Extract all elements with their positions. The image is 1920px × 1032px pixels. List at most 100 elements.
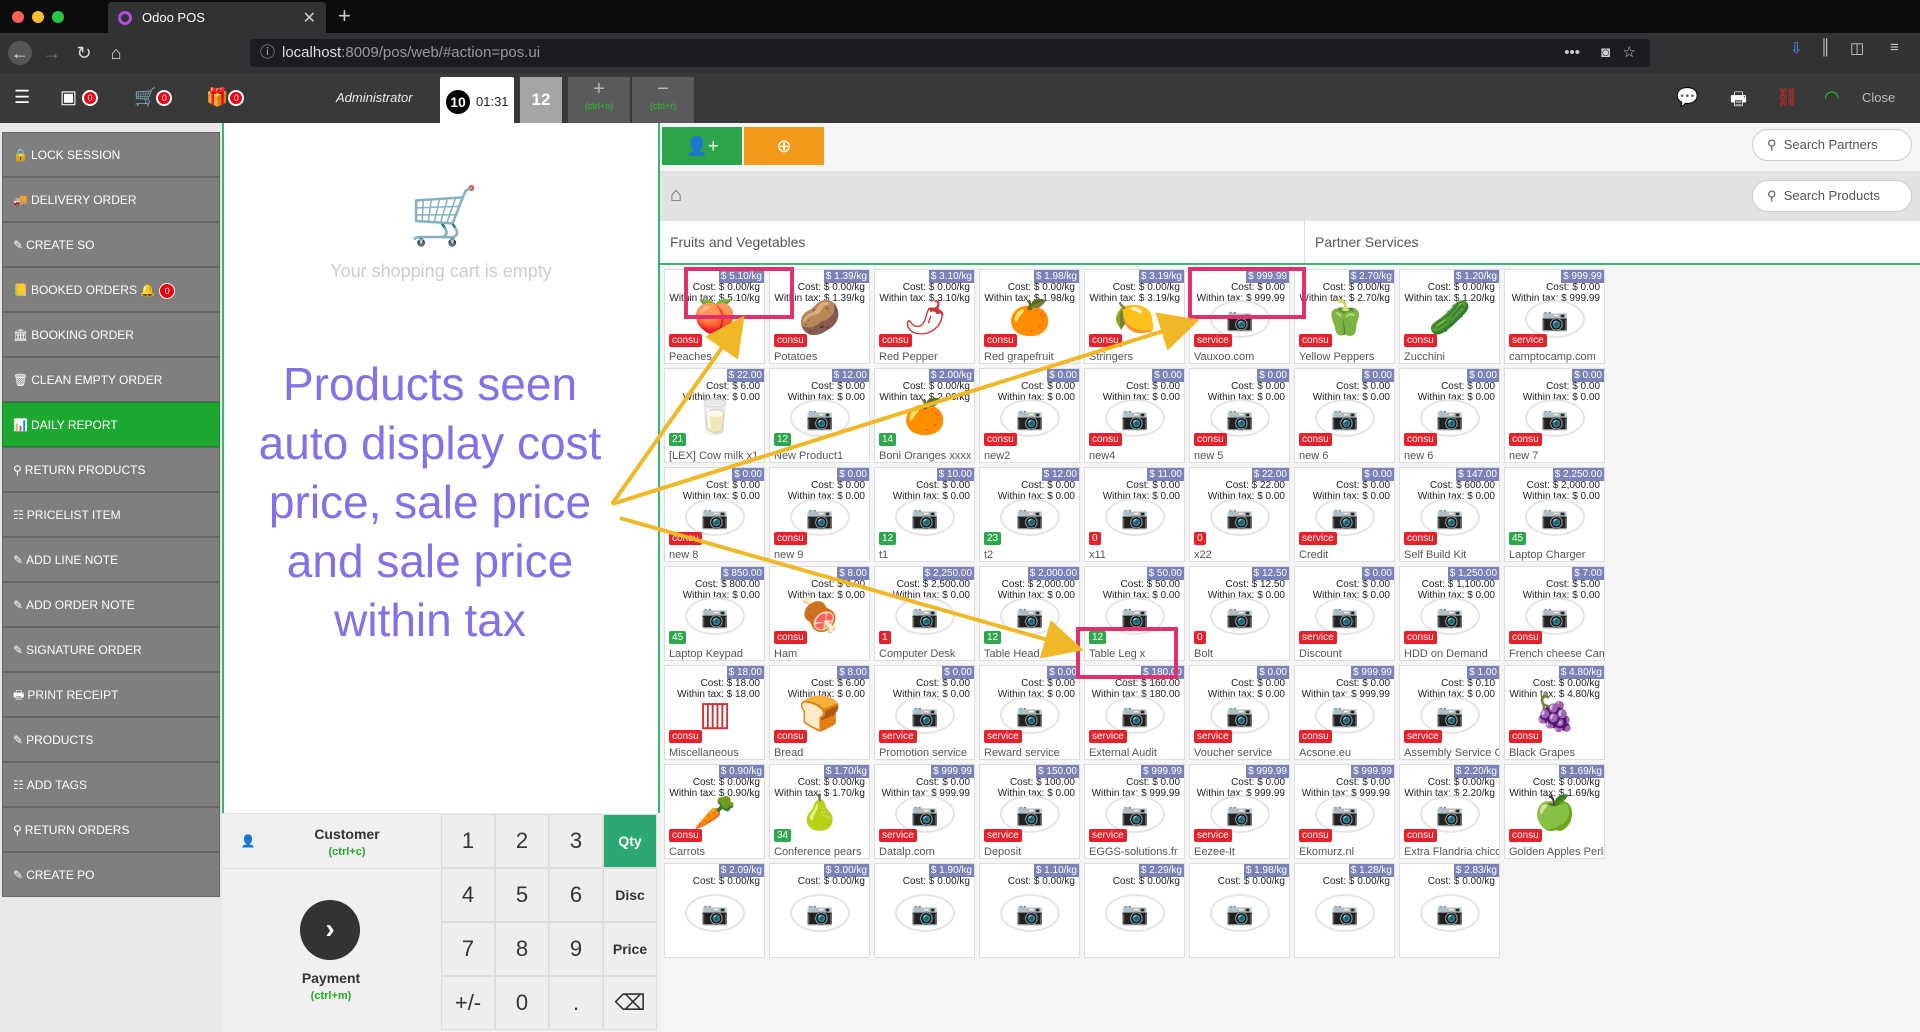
numpad-key[interactable]: 1	[441, 814, 495, 868]
numpad-key[interactable]: 2	[495, 814, 549, 868]
numpad-key[interactable]: +/-	[441, 976, 495, 1030]
cashier-name[interactable]: Administrator	[336, 90, 413, 105]
backspace-icon[interactable]: ⌫	[603, 976, 657, 1030]
product-card[interactable]: $ 0.00 Cost: $ 0.00 Within tax: $ 0.00 📷 ser…	[874, 665, 975, 760]
product-card[interactable]: $ 0.00 Cost: $ 0.00 Within tax: $ 0.00 📷 ser…	[979, 665, 1080, 760]
product-card[interactable]: $ 0.00 Cost: $ 0.00 Within tax: $ 0.00 📷 con…	[1294, 368, 1395, 463]
left-button-return-orders[interactable]: ⚲ RETURN ORDERS	[2, 807, 220, 852]
product-card[interactable]: $ 999.99 Cost: $ 0.00 Within tax: $ 999.99…	[1189, 269, 1290, 364]
close-tab-icon[interactable]: ✕	[303, 8, 316, 28]
product-card[interactable]: $ 0.00 Cost: $ 0.00 Within tax: $ 0.00 📷 ser…	[1294, 467, 1395, 562]
product-card[interactable]: $ 12.50 Cost: $ 12.50 Within tax: $ 0.00 📷 0…	[1189, 566, 1290, 661]
product-card[interactable]: $ 1.10/kg Cost: $ 0.00/kg 📷	[979, 863, 1080, 958]
product-card[interactable]: $ 22.00 Cost: $ 22.00 Within tax: $ 0.00 📷 0…	[1189, 467, 1290, 562]
product-card[interactable]: $ 1.00 Cost: $ 0.10 Within tax: $ 0.00 📷 ser…	[1399, 665, 1500, 760]
product-card[interactable]: $ 999.99 Cost: $ 0.00 Within tax: $ 999.99…	[1504, 269, 1605, 364]
product-card[interactable]: $ 0.00 Cost: $ 0.00 Within tax: $ 0.00 📷 ser…	[1189, 665, 1290, 760]
product-card[interactable]: $ 1.98/kg Cost: $ 0.00/kg 📷	[1189, 863, 1290, 958]
product-card[interactable]: $ 0.00 Cost: $ 0.00 Within tax: $ 0.00 📷 con…	[1399, 368, 1500, 463]
product-card[interactable]: $ 5.10/kg Cost: $ 0.00/kg Within tax: $ 5.…	[664, 269, 765, 364]
remove-order-button[interactable]: − (ctrl+r)	[632, 77, 694, 123]
menu-list-icon[interactable]: ☰	[14, 87, 30, 108]
new-tab-icon[interactable]: +	[338, 3, 351, 29]
left-button-clean-empty-order[interactable]: 🗑 CLEAN EMPTY ORDER	[2, 357, 220, 402]
back-icon[interactable]: ←	[8, 41, 32, 65]
close-pos-button[interactable]: Close	[1862, 90, 1895, 105]
zoom-window-icon[interactable]	[52, 11, 64, 23]
product-card[interactable]: $ 0.00 Cost: $ 0.00 Within tax: $ 0.00 📷 con…	[979, 368, 1080, 463]
product-card[interactable]: $ 3.10/kg Cost: $ 0.00/kg Within tax: $ 3.…	[874, 269, 975, 364]
product-card[interactable]: $ 1.39/kg Cost: $ 0.00/kg Within tax: $ 1.…	[769, 269, 870, 364]
product-card[interactable]: $ 999.99 Cost: $ 0.00 Within tax: $ 999.99…	[1084, 764, 1185, 859]
product-card[interactable]: $ 2,250.00 Cost: $ 2,500.00 Within tax: $ …	[874, 566, 975, 661]
product-card[interactable]: $ 147.00 Cost: $ 600.00 Within tax: $ 0.00…	[1399, 467, 1500, 562]
left-button-create-po[interactable]: ✎ CREATE PO	[2, 852, 220, 897]
left-button-add-tags[interactable]: ☷ ADD TAGS	[2, 762, 220, 807]
browser-tab[interactable]: Odoo POS ✕	[108, 2, 326, 33]
product-card[interactable]: $ 12.00 Cost: $ 0.00 Within tax: $ 0.00 📷 12…	[769, 368, 870, 463]
product-card[interactable]: $ 4.80/kg Cost: $ 0.00/kg Within tax: $ 4.…	[1504, 665, 1605, 760]
left-button-booked-orders[interactable]: 📒 BOOKED ORDERS 🔔 0	[2, 267, 220, 312]
product-card[interactable]: $ 1.20/kg Cost: $ 0.00/kg Within tax: $ 1.…	[1399, 269, 1500, 364]
left-button-delivery-order[interactable]: 🚚 DELIVERY ORDER	[2, 177, 220, 222]
order-tab-12[interactable]: 12	[520, 77, 562, 123]
product-card[interactable]: $ 2.70/kg Cost: $ 0.00/kg Within tax: $ 2.…	[1294, 269, 1395, 364]
numpad-key[interactable]: 0	[495, 976, 549, 1030]
product-card[interactable]: $ 999.99 Cost: $ 0.00 Within tax: $ 999.99…	[1294, 764, 1395, 859]
numpad-key[interactable]: 9	[549, 922, 603, 976]
numpad-mode-disc[interactable]: Disc	[603, 868, 657, 922]
product-card[interactable]: $ 8.00 Cost: $ 6.00 Within tax: $ 0.00 🍞 con…	[769, 665, 870, 760]
product-card[interactable]: $ 2.20/kg Cost: $ 0.00/kg Within tax: $ 2.…	[1399, 764, 1500, 859]
minimize-window-icon[interactable]	[32, 11, 44, 23]
numpad-key[interactable]: 7	[441, 922, 495, 976]
sidebar-icon[interactable]: ◫	[1850, 39, 1864, 57]
product-card[interactable]: $ 0.00 Cost: $ 0.00 Within tax: $ 0.00 📷 con…	[769, 467, 870, 562]
close-window-icon[interactable]	[12, 11, 24, 23]
printer-icon[interactable]: 🖶	[1730, 87, 1747, 117]
left-button-products[interactable]: ✎ PRODUCTS	[2, 717, 220, 762]
home-icon[interactable]: ⌂	[104, 41, 128, 65]
product-card[interactable]: $ 0.00 Cost: $ 0.00 Within tax: $ 0.00 📷 con…	[1189, 368, 1290, 463]
product-card[interactable]: $ 0.00 Cost: $ 0.00 Within tax: $ 0.00 📷 ser…	[1294, 566, 1395, 661]
url-bar[interactable]: ⓘ localhost:8009/pos/web/#action=pos.ui …	[250, 39, 1650, 67]
product-card[interactable]: $ 2.83/kg Cost: $ 0.00/kg 📷	[1399, 863, 1500, 958]
reload-icon[interactable]: ↻	[72, 41, 96, 65]
menu-icon[interactable]: ≡	[1890, 39, 1899, 56]
product-card[interactable]: $ 0.00 Cost: $ 0.00 Within tax: $ 0.00 📷 con…	[1504, 368, 1605, 463]
left-button-add-line-note[interactable]: ✎ ADD LINE NOTE	[2, 537, 220, 582]
category-fruits-vegetables[interactable]: Fruits and Vegetables	[660, 221, 1305, 263]
numpad-key[interactable]: 6	[549, 868, 603, 922]
add-order-button[interactable]: + (ctrl+n)	[568, 77, 630, 123]
network-icon[interactable]: ⛓	[1776, 87, 1799, 108]
cart-icon[interactable]: 🛒 0	[134, 87, 173, 108]
product-card[interactable]: $ 50.00 Cost: $ 50.00 Within tax: $ 0.00 📷 1…	[1084, 566, 1185, 661]
search-partners-input[interactable]: ⚲ Search Partners	[1752, 129, 1912, 161]
numpad-mode-price[interactable]: Price	[603, 922, 657, 976]
payment-button[interactable]: › Payment (ctrl+m)	[222, 870, 440, 1032]
numpad-key[interactable]: 3	[549, 814, 603, 868]
product-card[interactable]: $ 7.00 Cost: $ 5.00 Within tax: $ 0.00 📷 con…	[1504, 566, 1605, 661]
product-card[interactable]: $ 0.00 Cost: $ 0.00 Within tax: $ 0.00 📷 con…	[1084, 368, 1185, 463]
left-button-daily-report[interactable]: 📊 DAILY REPORT	[2, 402, 220, 447]
product-card[interactable]: $ 1.28/kg Cost: $ 0.00/kg 📷	[1294, 863, 1395, 958]
left-button-add-order-note[interactable]: ✎ ADD ORDER NOTE	[2, 582, 220, 627]
pocket-icon[interactable]: ◙	[1601, 39, 1610, 67]
library-icon[interactable]: ║	[1820, 39, 1831, 56]
product-card[interactable]: $ 850.00 Cost: $ 800.00 Within tax: $ 0.00…	[664, 566, 765, 661]
numpad-mode-qty[interactable]: Qty	[603, 814, 657, 868]
customer-button[interactable]: 👤 Customer (ctrl+c)	[222, 814, 440, 869]
product-card[interactable]: $ 1.90/kg Cost: $ 0.00/kg 📷	[874, 863, 975, 958]
more-icon[interactable]: •••	[1564, 39, 1580, 67]
product-card[interactable]: $ 0.00 Cost: $ 0.00 Within tax: $ 0.00 📷 con…	[664, 467, 765, 562]
product-card[interactable]: $ 2.09/kg Cost: $ 0.00/kg 📷	[664, 863, 765, 958]
product-card[interactable]: $ 22.00 Cost: $ 6.00 Within tax: $ 0.00 🥛 21…	[664, 368, 765, 463]
chat-icon[interactable]: 💬	[1676, 87, 1698, 108]
product-card[interactable]: $ 999.99 Cost: $ 0.00 Within tax: $ 999.99…	[1189, 764, 1290, 859]
numpad-key[interactable]: 8	[495, 922, 549, 976]
product-card[interactable]: $ 11.00 Cost: $ 0.00 Within tax: $ 0.00 📷 0 x…	[1084, 467, 1185, 562]
info-icon[interactable]: ⓘ	[260, 39, 275, 67]
product-card[interactable]: $ 2.00/kg Cost: $ 0.00/kg Within tax: $ 2.…	[874, 368, 975, 463]
product-card[interactable]: $ 3.19/kg Cost: $ 0.00/kg Within tax: $ 3.…	[1084, 269, 1185, 364]
product-card[interactable]: $ 18.00 Cost: $ 18.00 Within tax: $ 18.00 ▥…	[664, 665, 765, 760]
numpad-key[interactable]: 4	[441, 868, 495, 922]
